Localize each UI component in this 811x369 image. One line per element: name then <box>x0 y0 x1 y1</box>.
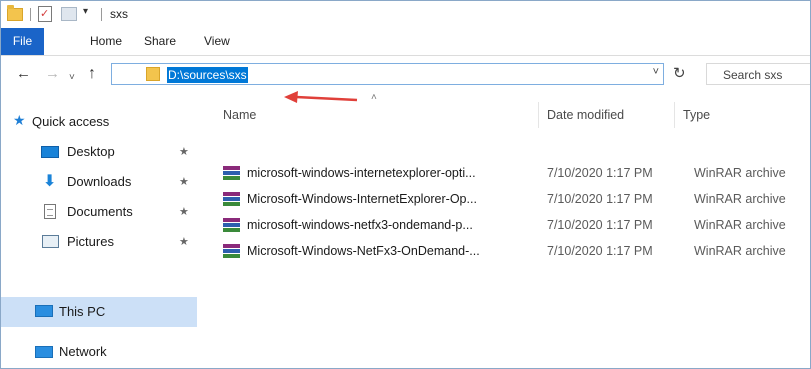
desktop-icon <box>41 146 59 158</box>
file-row[interactable]: Microsoft-Windows-NetFx3-OnDemand-... 7/… <box>216 238 810 264</box>
search-input[interactable] <box>721 65 810 85</box>
tab-home[interactable]: Home <box>90 28 122 55</box>
nav-item-label: Quick access <box>32 114 110 129</box>
file-row[interactable]: microsoft-windows-netfx3-ondemand-p... 7… <box>216 212 810 238</box>
pictures-icon <box>42 235 59 248</box>
column-header-name[interactable]: Name <box>223 101 256 129</box>
column-divider[interactable] <box>538 102 539 128</box>
tab-view[interactable]: View <box>204 28 230 55</box>
download-icon: ⬇ <box>43 173 57 190</box>
documents-icon <box>44 204 56 219</box>
forward-arrow-icon[interactable]: → <box>45 65 60 83</box>
new-folder-icon[interactable] <box>61 7 77 21</box>
nav-item-pictures[interactable]: Pictures ★ <box>1 227 197 257</box>
winrar-archive-icon <box>223 218 240 234</box>
title-separator <box>101 8 102 21</box>
address-bar[interactable]: D:\sources\sxs ˅ <box>111 63 664 85</box>
nav-item-quick-access[interactable]: ★ Quick access <box>1 107 197 137</box>
ribbon: File Home Share View <box>1 28 810 56</box>
star-icon: ★ <box>13 112 26 128</box>
file-name: Microsoft-Windows-InternetExplorer-Op... <box>247 192 477 206</box>
pin-icon[interactable]: ★ <box>179 145 189 158</box>
qat-separator <box>30 8 31 21</box>
sort-ascending-icon: ˄ <box>371 92 377 103</box>
title-bar: ✓ ▾ sxs <box>1 1 810 28</box>
file-list: ˄ Name Date modified Type microsoft-wind… <box>216 92 810 368</box>
nav-item-documents[interactable]: Documents ★ <box>1 197 197 227</box>
file-date: 7/10/2020 1:17 PM <box>547 166 653 180</box>
file-row[interactable]: Microsoft-Windows-InternetExplorer-Op...… <box>216 186 810 212</box>
winrar-archive-icon <box>223 244 240 260</box>
nav-item-desktop[interactable]: Desktop ★ <box>1 137 197 167</box>
nav-item-label: Network <box>59 344 107 359</box>
window-title: sxs <box>110 7 128 21</box>
pin-icon[interactable]: ★ <box>179 235 189 248</box>
address-row: ← → ˅ ↑ D:\sources\sxs ˅ ↻ <box>1 56 810 92</box>
qat-dropdown-icon[interactable]: ▾ <box>83 6 88 17</box>
column-divider[interactable] <box>674 102 675 128</box>
file-explorer-window: ✓ ▾ sxs File Home Share View ← → ˅ ↑ D:\… <box>0 0 811 369</box>
nav-item-this-pc[interactable]: This PC <box>1 297 197 327</box>
file-type: WinRAR archive <box>694 166 786 180</box>
up-arrow-icon[interactable]: ↑ <box>88 65 96 83</box>
tab-share[interactable]: Share <box>144 28 176 55</box>
nav-item-label: Documents <box>67 204 133 219</box>
column-header-date-modified[interactable]: Date modified <box>547 101 624 129</box>
search-box[interactable] <box>706 63 810 85</box>
refresh-icon[interactable]: ↻ <box>673 64 686 82</box>
file-type: WinRAR archive <box>694 244 786 258</box>
pin-icon[interactable]: ★ <box>179 205 189 218</box>
file-type: WinRAR archive <box>694 192 786 206</box>
address-dropdown-icon[interactable]: ˅ <box>653 66 659 78</box>
file-date: 7/10/2020 1:17 PM <box>547 218 653 232</box>
file-row[interactable]: microsoft-windows-internetexplorer-opti.… <box>216 160 810 186</box>
address-path[interactable]: D:\sources\sxs <box>167 67 248 83</box>
file-date: 7/10/2020 1:17 PM <box>547 192 653 206</box>
properties-icon[interactable]: ✓ <box>38 6 52 22</box>
file-name: microsoft-windows-netfx3-ondemand-p... <box>247 218 473 232</box>
winrar-archive-icon <box>223 166 240 182</box>
file-name: Microsoft-Windows-NetFx3-OnDemand-... <box>247 244 480 258</box>
file-type: WinRAR archive <box>694 218 786 232</box>
column-header-type[interactable]: Type <box>683 101 710 129</box>
tab-file[interactable]: File <box>1 28 44 55</box>
nav-item-label: This PC <box>59 304 106 319</box>
file-name: microsoft-windows-internetexplorer-opti.… <box>247 166 476 180</box>
folder-icon <box>146 67 160 81</box>
nav-item-network[interactable]: Network <box>1 337 197 367</box>
winrar-archive-icon <box>223 192 240 208</box>
nav-item-label: Desktop <box>67 144 115 159</box>
back-arrow-icon[interactable]: ← <box>16 65 31 83</box>
recent-locations-chevron-icon[interactable]: ˅ <box>69 69 75 87</box>
nav-item-label: Downloads <box>67 174 132 189</box>
computer-icon <box>35 305 53 317</box>
nav-item-label: Pictures <box>67 234 114 249</box>
nav-item-downloads[interactable]: ⬇ Downloads ★ <box>1 167 197 197</box>
navigation-pane: ★ Quick access Desktop ★ ⬇ Downloads ★ D… <box>1 107 201 368</box>
network-icon <box>35 346 53 358</box>
file-date: 7/10/2020 1:17 PM <box>547 244 653 258</box>
folder-icon <box>7 5 23 21</box>
pin-icon[interactable]: ★ <box>179 175 189 188</box>
